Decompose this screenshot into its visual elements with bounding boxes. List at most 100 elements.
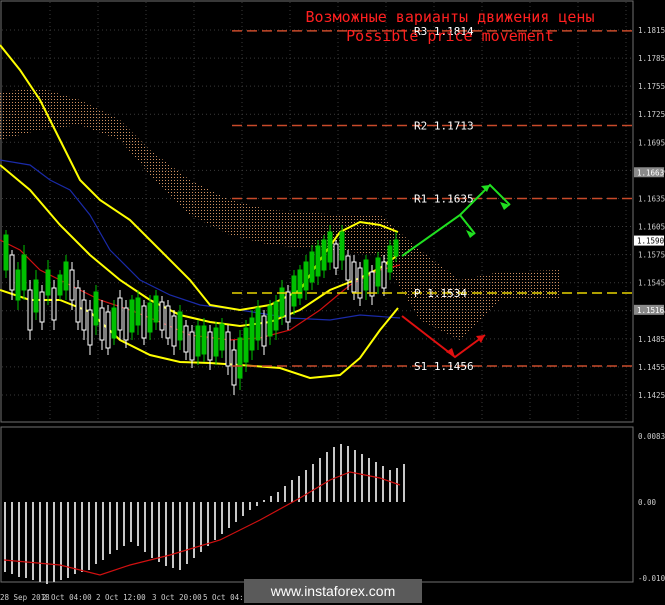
candle-body [129,299,135,333]
macd-bar [151,502,153,558]
level-label: P 1.1534 [414,287,467,300]
macd-bar [186,502,188,564]
candle-body [21,254,27,291]
macd-bar [46,502,48,584]
candle-body [177,311,183,341]
candle-body [171,315,177,347]
macd-bar [158,502,160,562]
macd-bar [123,502,125,546]
candle-body [45,269,51,296]
candle-body [213,327,219,357]
candle-body [165,305,171,339]
macd-bar [53,502,55,582]
level-label: R1 1.1635 [414,192,474,205]
candle-body [189,331,195,361]
candle-body [321,239,327,271]
candle-body [387,245,393,273]
macd-bar [102,502,104,560]
macd-bar [172,502,174,568]
price-tick-label: 1.1785 [638,54,665,63]
time-tick-label: 2 Oct 12:00 [96,593,146,602]
price-tick-label: 1.1575 [638,251,665,260]
candle-body [303,261,309,291]
macd-bar [396,468,398,502]
candle-body [183,325,189,353]
candle-body [135,297,141,326]
level-label: R2 1.1713 [414,119,474,132]
macd-bar [214,502,216,540]
candle-body [297,269,303,299]
macd-bar [263,500,265,502]
candle-body [93,291,99,326]
price-tick-label: 1.1545 [638,279,665,288]
macd-bar [74,502,76,574]
macd-bar [242,502,244,516]
macd-bar [4,502,6,572]
macd-bar [375,462,377,502]
candle-body [159,301,165,331]
candle-body [57,274,63,296]
macd-bar [95,502,97,564]
candle-body [63,261,69,291]
macd-bar [256,502,258,506]
candle-body [255,307,261,341]
macd-bar [326,452,328,502]
macd-bar [277,492,279,502]
candle-body [327,231,333,263]
candle-body [291,275,297,307]
candle-body [111,307,117,339]
candle-body [201,325,207,355]
macd-bar [333,447,335,502]
macd-bar [221,502,223,534]
candle-body [99,307,105,341]
price-marker-label: 1.1516 [637,306,665,315]
macd-bar [144,502,146,552]
macd-bar [270,496,272,502]
forex-chart-window[interactable]: R3 1.1814R2 1.1713R1 1.1635P 1.1534S1 1.… [0,0,665,605]
macd-bar [207,502,209,546]
macd-bar [137,502,139,546]
price-tick-label: 1.1635 [638,194,665,203]
macd-bar [193,502,195,558]
candle-body [309,251,315,283]
candle-body [315,245,321,277]
candle-body [117,297,123,331]
candle-body [237,337,243,379]
price-tick-label: 1.1755 [638,82,665,91]
candle-body [69,269,75,301]
macd-bar [368,458,370,502]
macd-bar [305,470,307,502]
candle-body [225,331,231,367]
candle-body [27,289,33,331]
macd-bar [312,464,314,502]
candle-body [9,254,15,291]
candle-body [393,239,399,257]
price-tick-label: 1.1695 [638,138,665,147]
price-tick-label: 1.1485 [638,335,665,344]
macd-bar [60,502,62,580]
candle-body [381,261,387,289]
candle-body [153,295,159,323]
candle-body [75,287,81,323]
candle-body [195,325,201,357]
candle-body [261,315,267,347]
macd-tick-label: 0.00 [638,498,657,507]
candle-body [339,231,345,261]
macd-bar [39,502,41,582]
price-tick-label: 1.1455 [638,363,665,372]
candle-body [279,287,285,317]
level-label: S1 1.1456 [414,360,474,373]
time-axis: 28 Sep 20182 Oct 04:00 2 Oct 12:00 3 Oct 2… [0,593,253,602]
watermark-text: www.instaforex.com [270,583,395,599]
price-tick-label: 1.1815 [638,26,665,35]
macd-bar [32,502,34,580]
macd-bar [319,458,321,502]
price-tick-label: 1.1725 [638,110,665,119]
candle-body [231,349,237,386]
candle-body [81,299,87,331]
candle-body [3,234,9,271]
candle-body [249,317,255,351]
price-tick-label: 1.1425 [638,391,665,400]
macd-bar [354,450,356,502]
candle-body [285,291,291,323]
